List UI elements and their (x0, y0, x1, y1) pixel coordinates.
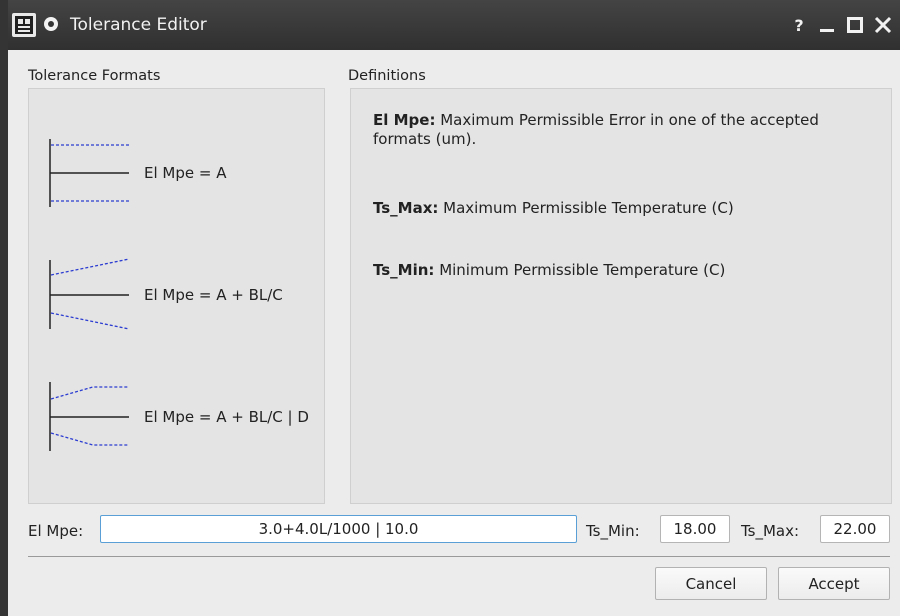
maximize-button[interactable] (844, 14, 866, 36)
el-mpe-input[interactable] (100, 515, 577, 543)
definition-text: Maximum Permissible Temperature (C) (438, 199, 734, 217)
el-mpe-label: El Mpe: (28, 522, 84, 540)
definition-term: Ts_Max: (373, 199, 439, 217)
app-icon (12, 13, 36, 37)
ts-max-label: Ts_Max: (741, 522, 800, 540)
definition-el-mpe: El Mpe: Maximum Permissible Error in one… (373, 111, 863, 149)
format-formula: El Mpe = A + BL/C (144, 286, 283, 304)
close-button[interactable] (872, 14, 894, 36)
minimize-button[interactable] (816, 14, 838, 36)
help-button[interactable]: ? (788, 14, 810, 36)
ts-min-input[interactable] (660, 515, 730, 543)
maximize-icon (847, 17, 863, 33)
definitions-label: Definitions (348, 68, 426, 84)
definition-ts-min: Ts_Min: Minimum Permissible Temperature … (373, 261, 863, 280)
definitions-panel: El Mpe: Maximum Permissible Error in one… (350, 88, 892, 504)
cancel-button[interactable]: Cancel (655, 567, 767, 600)
tolerance-formats-panel: El Mpe = A El Mpe = A + BL/C El Mpe = A … (28, 88, 325, 504)
tolerance-formats-label: Tolerance Formats (28, 68, 161, 84)
title-bar[interactable]: Tolerance Editor ? (8, 0, 900, 50)
definition-text: Minimum Permissible Temperature (C) (434, 261, 726, 279)
ts-min-label: Ts_Min: (586, 522, 640, 540)
format-formula: El Mpe = A (144, 164, 227, 182)
minimize-icon (820, 29, 834, 32)
divider (28, 556, 890, 557)
format-formula: El Mpe = A + BL/C | D (144, 408, 309, 426)
format-diagram-linear (49, 258, 130, 330)
definition-ts-max: Ts_Max: Maximum Permissible Temperature … (373, 199, 863, 218)
definition-term: El Mpe: (373, 111, 436, 129)
definition-term: Ts_Min: (373, 261, 435, 279)
format-diagram-constant (49, 139, 129, 207)
help-icon: ? (794, 16, 803, 35)
window-title: Tolerance Editor (70, 15, 207, 35)
format-diagram-linear-capped (49, 382, 129, 451)
definition-text: Maximum Permissible Error in one of the … (373, 111, 819, 148)
settings-icon (41, 14, 61, 34)
tolerance-editor-window: Tolerance Editor ? Tolerance Formats Def… (8, 0, 900, 616)
ts-max-input[interactable] (820, 515, 890, 543)
close-icon (874, 16, 892, 34)
accept-button[interactable]: Accept (778, 567, 890, 600)
